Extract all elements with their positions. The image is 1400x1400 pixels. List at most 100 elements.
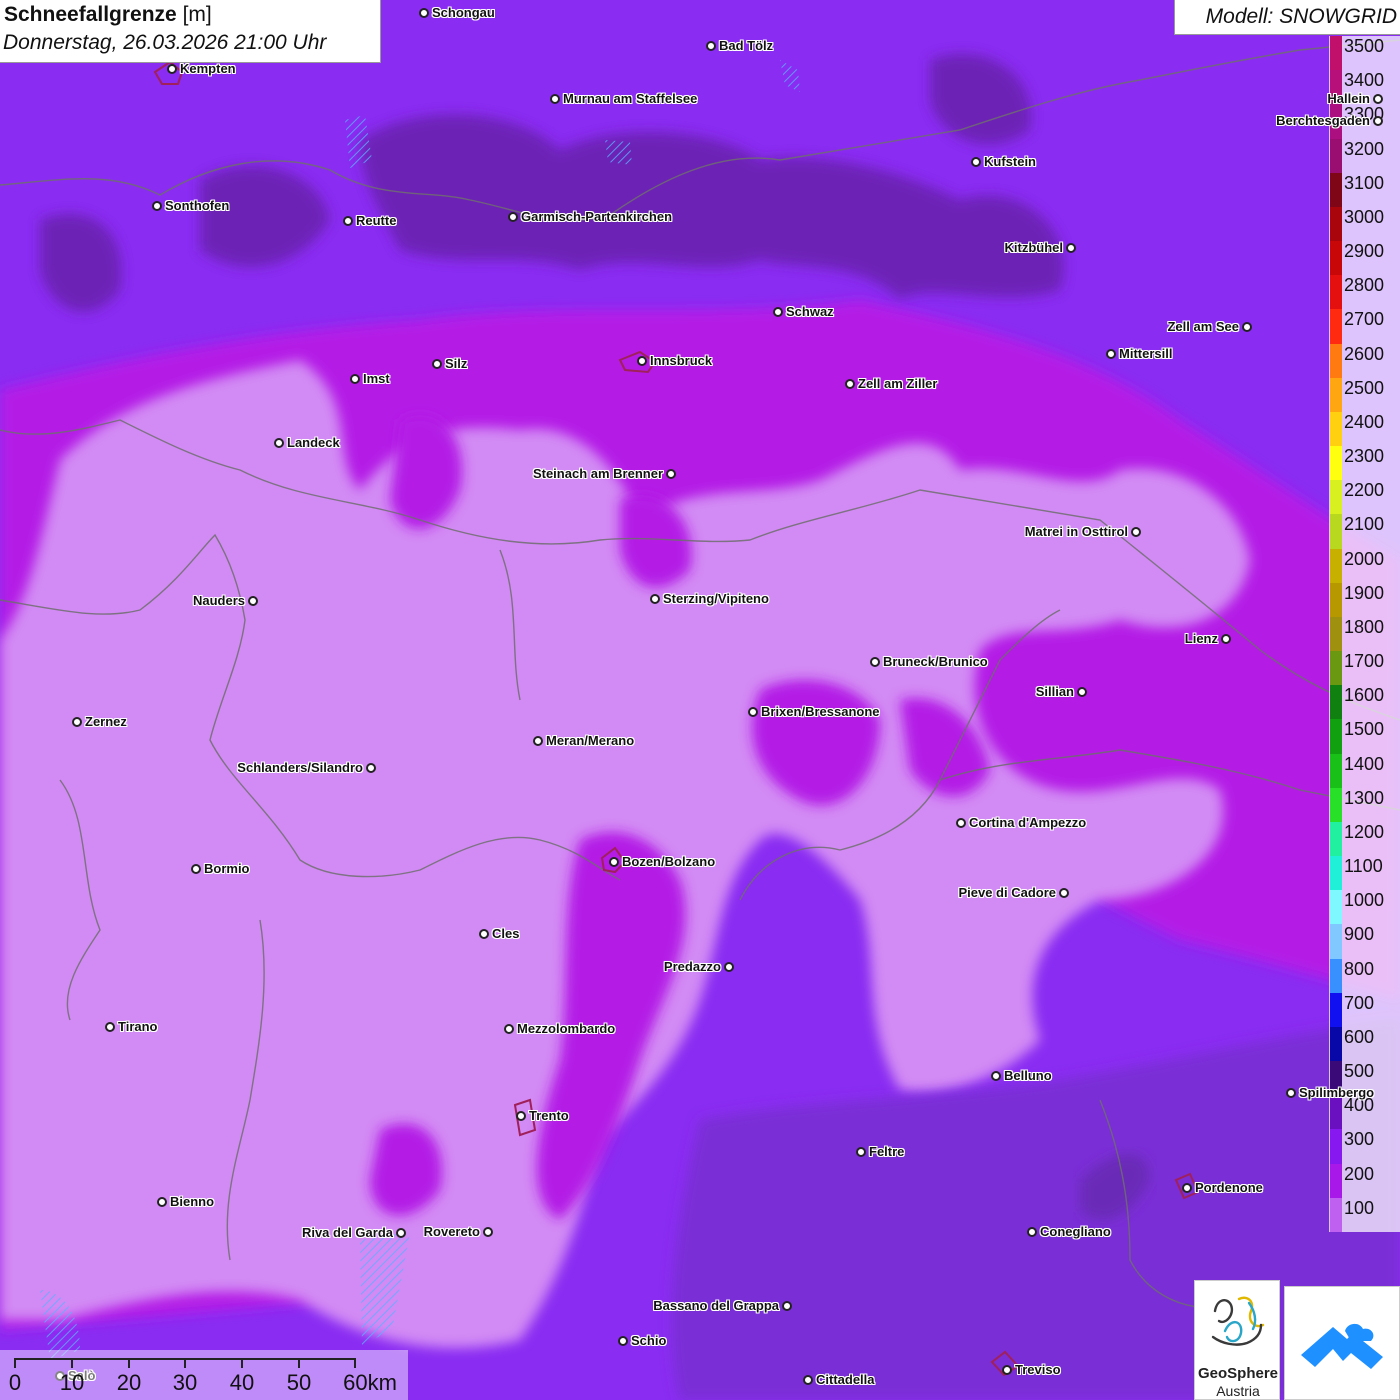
city-marker-icon[interactable] — [167, 64, 177, 74]
city-marker-icon[interactable] — [432, 359, 442, 369]
city-marker-icon[interactable] — [343, 216, 353, 226]
city-label[interactable]: Steinach am Brenner — [533, 466, 663, 481]
city-label[interactable]: Tirano — [118, 1019, 158, 1034]
city-marker-icon[interactable] — [637, 356, 647, 366]
city-label[interactable]: Belluno — [1004, 1068, 1052, 1083]
city-label[interactable]: Kitzbühel — [1005, 240, 1064, 255]
city-marker-icon[interactable] — [479, 929, 489, 939]
city-label[interactable]: Mezzolombardo — [517, 1021, 615, 1036]
city-marker-icon[interactable] — [550, 94, 560, 104]
city-marker-icon[interactable] — [1077, 687, 1087, 697]
city-label[interactable]: Predazzo — [664, 959, 721, 974]
city-label[interactable]: Zell am Ziller — [858, 376, 937, 391]
city-label[interactable]: Sterzing/Vipiteno — [663, 591, 769, 606]
city-marker-icon[interactable] — [419, 8, 429, 18]
city-marker-icon[interactable] — [845, 379, 855, 389]
city-marker-icon[interactable] — [803, 1375, 813, 1385]
city-marker-icon[interactable] — [72, 717, 82, 727]
city-marker-icon[interactable] — [773, 307, 783, 317]
city-label[interactable]: Schongau — [432, 5, 495, 20]
city-label[interactable]: Sonthofen — [165, 198, 229, 213]
city-label[interactable]: Bozen/Bolzano — [622, 854, 715, 869]
city-label[interactable]: Bienno — [170, 1194, 214, 1209]
city-label[interactable]: Sillian — [1036, 684, 1074, 699]
city-marker-icon[interactable] — [1242, 322, 1252, 332]
city-marker-icon[interactable] — [1373, 116, 1383, 126]
geosphere-logo[interactable]: GeoSphere Austria — [1194, 1280, 1280, 1400]
city-label[interactable]: Pordenone — [1195, 1180, 1263, 1195]
city-marker-icon[interactable] — [991, 1071, 1001, 1081]
city-marker-icon[interactable] — [483, 1227, 493, 1237]
city-marker-icon[interactable] — [152, 201, 162, 211]
city-label[interactable]: Kufstein — [984, 154, 1036, 169]
city-label[interactable]: Innsbruck — [650, 353, 712, 368]
city-label[interactable]: Murnau am Staffelsee — [563, 91, 697, 106]
city-label[interactable]: Landeck — [287, 435, 340, 450]
city-marker-icon[interactable] — [1002, 1365, 1012, 1375]
city-label[interactable]: Matrei in Osttirol — [1025, 524, 1128, 539]
city-label[interactable]: Berchtesgaden — [1276, 113, 1370, 128]
city-label[interactable]: Cortina d'Ampezzo — [969, 815, 1086, 830]
city-marker-icon[interactable] — [1286, 1088, 1296, 1098]
city-marker-icon[interactable] — [1066, 243, 1076, 253]
city-marker-icon[interactable] — [1059, 888, 1069, 898]
city-marker-icon[interactable] — [350, 374, 360, 384]
city-label[interactable]: Bruneck/Brunico — [883, 654, 988, 669]
city-marker-icon[interactable] — [191, 864, 201, 874]
city-label[interactable]: Zell am See — [1167, 319, 1239, 334]
city-label[interactable]: Schlanders/Silandro — [237, 760, 363, 775]
city-marker-icon[interactable] — [105, 1022, 115, 1032]
city-label[interactable]: Meran/Merano — [546, 733, 634, 748]
city-label[interactable]: Imst — [363, 371, 390, 386]
city-marker-icon[interactable] — [666, 469, 676, 479]
city-marker-icon[interactable] — [1182, 1183, 1192, 1193]
city-label[interactable]: Bormio — [204, 861, 250, 876]
city-marker-icon[interactable] — [782, 1301, 792, 1311]
city-marker-icon[interactable] — [248, 596, 258, 606]
city-marker-icon[interactable] — [1131, 527, 1141, 537]
city-marker-icon[interactable] — [274, 438, 284, 448]
city-label[interactable]: Lienz — [1185, 631, 1218, 646]
city-label[interactable]: Reutte — [356, 213, 396, 228]
city-marker-icon[interactable] — [706, 41, 716, 51]
city-marker-icon[interactable] — [971, 157, 981, 167]
city-label[interactable]: Bad Tölz — [719, 38, 773, 53]
city-marker-icon[interactable] — [1027, 1227, 1037, 1237]
city-marker-icon[interactable] — [748, 707, 758, 717]
city-marker-icon[interactable] — [533, 736, 543, 746]
city-label[interactable]: Bassano del Grappa — [653, 1298, 779, 1313]
city-label[interactable]: Schwaz — [786, 304, 834, 319]
city-marker-icon[interactable] — [157, 1197, 167, 1207]
map-viewport[interactable]: Schneefallgrenze [m] Donnerstag, 26.03.2… — [0, 0, 1400, 1400]
city-label[interactable]: Rovereto — [424, 1224, 480, 1239]
city-label[interactable]: Treviso — [1015, 1362, 1061, 1377]
city-label[interactable]: Kempten — [180, 61, 236, 76]
city-label[interactable]: Mittersill — [1119, 346, 1172, 361]
city-marker-icon[interactable] — [870, 657, 880, 667]
city-marker-icon[interactable] — [396, 1228, 406, 1238]
city-marker-icon[interactable] — [650, 594, 660, 604]
city-marker-icon[interactable] — [1221, 634, 1231, 644]
city-label[interactable]: Garmisch-Partenkirchen — [521, 209, 672, 224]
city-label[interactable]: Cittadella — [816, 1372, 875, 1387]
city-marker-icon[interactable] — [856, 1147, 866, 1157]
city-label[interactable]: Trento — [529, 1108, 569, 1123]
city-label[interactable]: Riva del Garda — [302, 1225, 393, 1240]
city-marker-icon[interactable] — [504, 1024, 514, 1034]
city-marker-icon[interactable] — [516, 1111, 526, 1121]
city-marker-icon[interactable] — [1373, 94, 1383, 104]
city-marker-icon[interactable] — [956, 818, 966, 828]
city-label[interactable]: Hallein — [1327, 91, 1370, 106]
city-label[interactable]: Feltre — [869, 1144, 904, 1159]
city-label[interactable]: Spilimbergo — [1299, 1085, 1374, 1100]
city-marker-icon[interactable] — [618, 1336, 628, 1346]
city-marker-icon[interactable] — [1106, 349, 1116, 359]
city-label[interactable]: Cles — [492, 926, 519, 941]
city-label[interactable]: Pieve di Cadore — [958, 885, 1056, 900]
app-logo[interactable] — [1284, 1286, 1400, 1400]
city-label[interactable]: Schio — [631, 1333, 666, 1348]
city-label[interactable]: Conegliano — [1040, 1224, 1111, 1239]
city-label[interactable]: Brixen/Bressanone — [761, 704, 880, 719]
city-marker-icon[interactable] — [508, 212, 518, 222]
city-marker-icon[interactable] — [609, 857, 619, 867]
